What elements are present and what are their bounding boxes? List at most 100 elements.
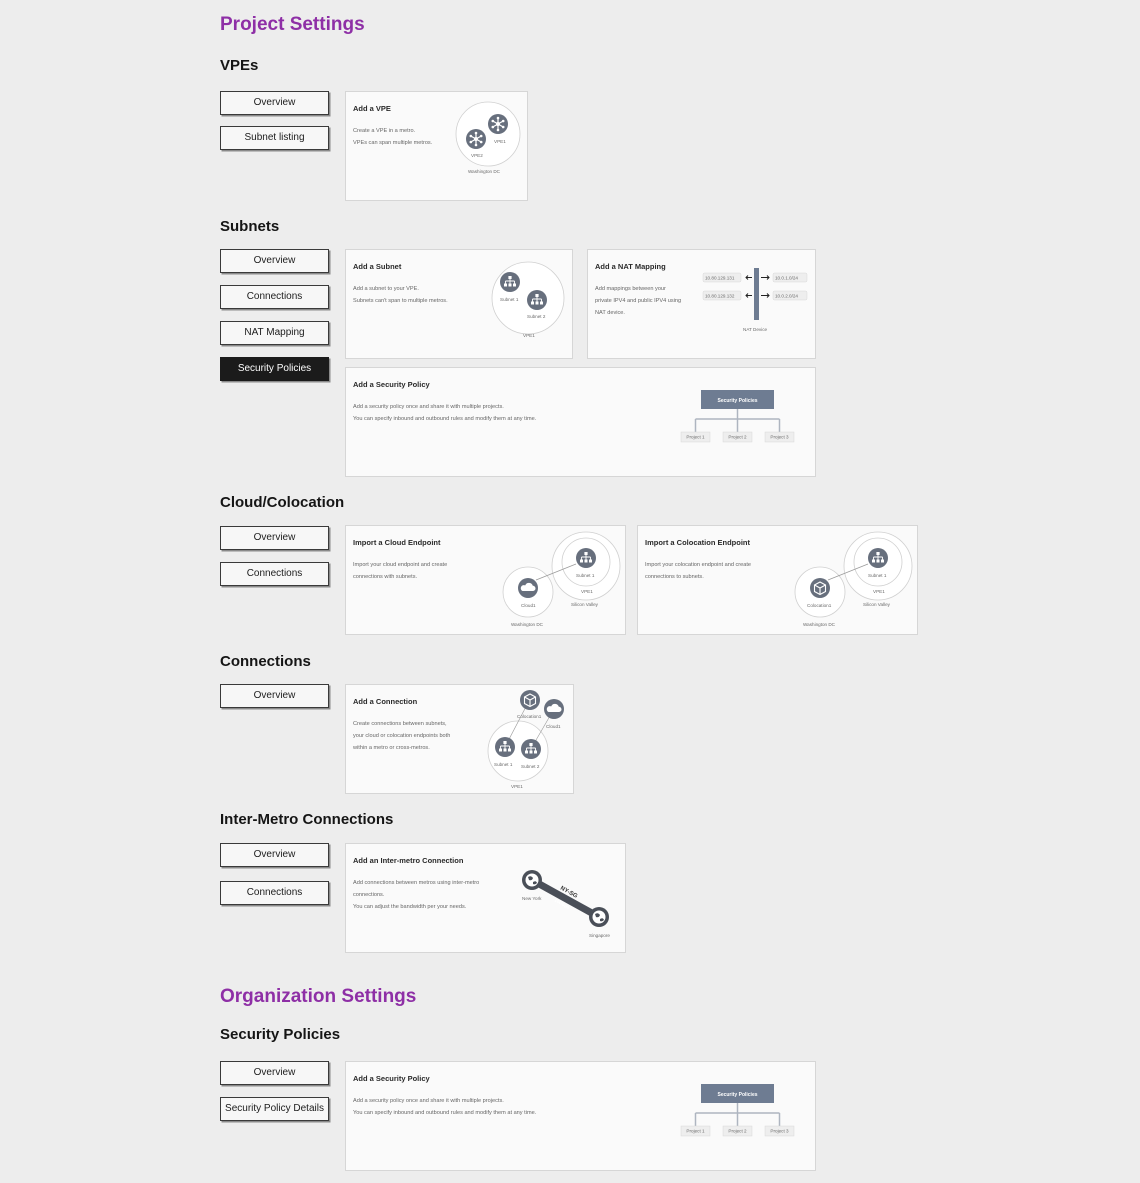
network-icon: [494, 736, 516, 758]
cloud-connections-button[interactable]: Connections: [220, 562, 329, 586]
metro-b-label: Washington DC: [803, 622, 836, 627]
subnets-nat-mapping-button[interactable]: NAT Mapping: [220, 321, 329, 345]
globe-icon: [522, 870, 542, 890]
inter-metro-overview-button[interactable]: Overview: [220, 843, 329, 867]
org-security-policies-heading: Security Policies: [220, 1026, 341, 1043]
connections-overview-button[interactable]: Overview: [220, 684, 329, 708]
vpes-subnet-listing-button[interactable]: Subnet listing: [220, 126, 329, 150]
nat-device-label: NAT Device: [743, 327, 768, 332]
card-description: Create connections between subnets, your…: [353, 721, 451, 751]
vpe-label: VPE1: [581, 589, 593, 594]
network-icon: [575, 547, 597, 569]
card-description: Add a security policy once and share it …: [353, 1098, 537, 1116]
card-title: Add a NAT Mapping: [595, 262, 666, 271]
metro-b-label: Washington DC: [511, 622, 544, 627]
inter-metro-connections-button[interactable]: Connections: [220, 881, 329, 905]
card-description: Import your cloud endpoint and create co…: [353, 562, 448, 580]
cloud-icon: [518, 578, 538, 598]
vpe1-label: VPE1: [494, 139, 506, 144]
subnets-heading: Subnets: [220, 218, 280, 235]
metro-a-label: New York: [522, 896, 542, 901]
cloud-icon: [544, 699, 564, 719]
metro-a-label: Silicon Valley: [571, 602, 599, 607]
add-vpe-card[interactable]: Add a VPE Create a VPE in a metro. VPEs …: [345, 91, 528, 201]
add-inter-metro-connection-card[interactable]: Add an Inter-metro Connection Add connec…: [345, 843, 626, 953]
add-connection-card[interactable]: Add a Connection Create connections betw…: [345, 684, 574, 794]
add-security-policy-card[interactable]: Add a Security Policy Add a security pol…: [345, 367, 816, 477]
metro-label: Washington DC: [468, 169, 501, 174]
vpes-overview-button[interactable]: Overview: [220, 91, 329, 115]
add-subnet-card[interactable]: Add a Subnet Add a subnet to your VPE. S…: [345, 249, 573, 359]
import-colocation-endpoint-card[interactable]: Import a Colocation Endpoint Import your…: [637, 525, 918, 635]
hub-icon: [487, 113, 509, 135]
endpoint-label: Colocation1: [807, 603, 832, 608]
colocation-label: Colocation1: [517, 714, 542, 719]
connection-diagram: Colocation1 Cloud1 Subnet 1 Subnet 2 VPE…: [487, 689, 564, 789]
subnets-connections-button[interactable]: Connections: [220, 285, 329, 309]
vpe-label: VPE1: [873, 589, 885, 594]
vpe-label: VPE1: [511, 784, 523, 789]
ip1-label: 10.80.129.131: [705, 276, 735, 281]
colocation-endpoint-diagram: Subnet 1 VPE1 Silicon Valley Colocation1…: [794, 531, 913, 627]
card-title: Add a Subnet: [353, 262, 402, 271]
card-title: Add a Security Policy: [353, 380, 430, 389]
card-title: Add a VPE: [353, 104, 391, 113]
ip2-label: 10.80.129.132: [705, 294, 735, 299]
cube-icon: [809, 577, 831, 599]
subnets-security-policies-button[interactable]: Security Policies: [220, 357, 329, 381]
policy-root-label: Security Policies: [717, 398, 757, 404]
subnet2-label: Subnet 2: [521, 764, 540, 769]
ip3-label: 10.0.1.0/24: [775, 276, 798, 281]
subnet1-label: Subnet 1: [500, 297, 519, 302]
card-title: Import a Colocation Endpoint: [645, 538, 750, 547]
organization-settings-heading: Organization Settings: [220, 986, 417, 1007]
vpe-label: VPE1: [523, 333, 535, 338]
card-title: Add an Inter-metro Connection: [353, 856, 464, 865]
inter-metro-diagram: New York Singapore NY-SG 10Gbps: [522, 870, 610, 938]
project1-label: Project 1: [686, 1129, 705, 1134]
project2-label: Project 2: [728, 1129, 747, 1134]
project-settings-heading: Project Settings: [220, 14, 365, 35]
inter-metro-heading: Inter-Metro Connections: [220, 811, 394, 828]
card-description: Import your colocation endpoint and crea…: [645, 562, 752, 580]
endpoint-label: Cloud1: [521, 603, 536, 608]
card-description: Add a security policy once and share it …: [353, 404, 537, 422]
subnet-label: Subnet 1: [868, 573, 887, 578]
card-title: Add a Security Policy: [353, 1074, 430, 1083]
project2-label: Project 2: [728, 435, 747, 440]
vpe-diagram: VPE1 VPE2 Washington DC: [455, 101, 521, 174]
nat-diagram: 10.80.129.131 10.80.129.132 10.0.1.0/24 …: [702, 268, 808, 332]
metro-b-label: Singapore: [589, 933, 610, 938]
connections-heading: Connections: [220, 653, 311, 670]
subnets-overview-button[interactable]: Overview: [220, 249, 329, 273]
network-icon: [520, 738, 542, 760]
card-description: Add connections between metros using int…: [353, 880, 480, 910]
import-cloud-endpoint-card[interactable]: Import a Cloud Endpoint Import your clou…: [345, 525, 626, 635]
cube-icon: [519, 689, 541, 711]
ip4-label: 10.0.2.0/24: [775, 294, 798, 299]
policy-root-label: Security Policies: [717, 1092, 757, 1098]
card-description: Add mappings between your private IPV4 a…: [595, 286, 682, 316]
hub-icon: [465, 128, 487, 150]
network-icon: [526, 289, 548, 311]
cloud-label: Cloud1: [546, 724, 561, 729]
org-overview-button[interactable]: Overview: [220, 1061, 329, 1085]
nat-device-bar: [754, 268, 759, 320]
metro-a-label: Silicon Valley: [863, 602, 891, 607]
subnet-label: Subnet 1: [576, 573, 595, 578]
subnet-diagram: Subnet 1 Subnet 2 VPE1: [491, 261, 565, 338]
cloud-endpoint-diagram: Subnet 1 VPE1 Silicon Valley Cloud1 Wash…: [502, 531, 621, 627]
vpes-heading: VPEs: [220, 57, 259, 74]
org-security-policy-details-button[interactable]: Security Policy Details: [220, 1097, 329, 1121]
security-policy-diagram: Security Policies Project 1 Project 2 Pr…: [680, 1084, 795, 1137]
org-add-security-policy-card[interactable]: Add a Security Policy Add a security pol…: [345, 1061, 816, 1171]
card-title: Add a Connection: [353, 697, 418, 706]
card-description: Add a subnet to your VPE. Subnets can't …: [353, 286, 448, 304]
security-policy-diagram: Security Policies Project 1 Project 2 Pr…: [680, 390, 795, 443]
add-nat-mapping-card[interactable]: Add a NAT Mapping Add mappings between y…: [587, 249, 816, 359]
subnet1-label: Subnet 1: [494, 762, 513, 767]
cloud-overview-button[interactable]: Overview: [220, 526, 329, 550]
globe-icon: [589, 907, 609, 927]
card-title: Import a Cloud Endpoint: [353, 538, 441, 547]
network-icon: [499, 271, 521, 293]
